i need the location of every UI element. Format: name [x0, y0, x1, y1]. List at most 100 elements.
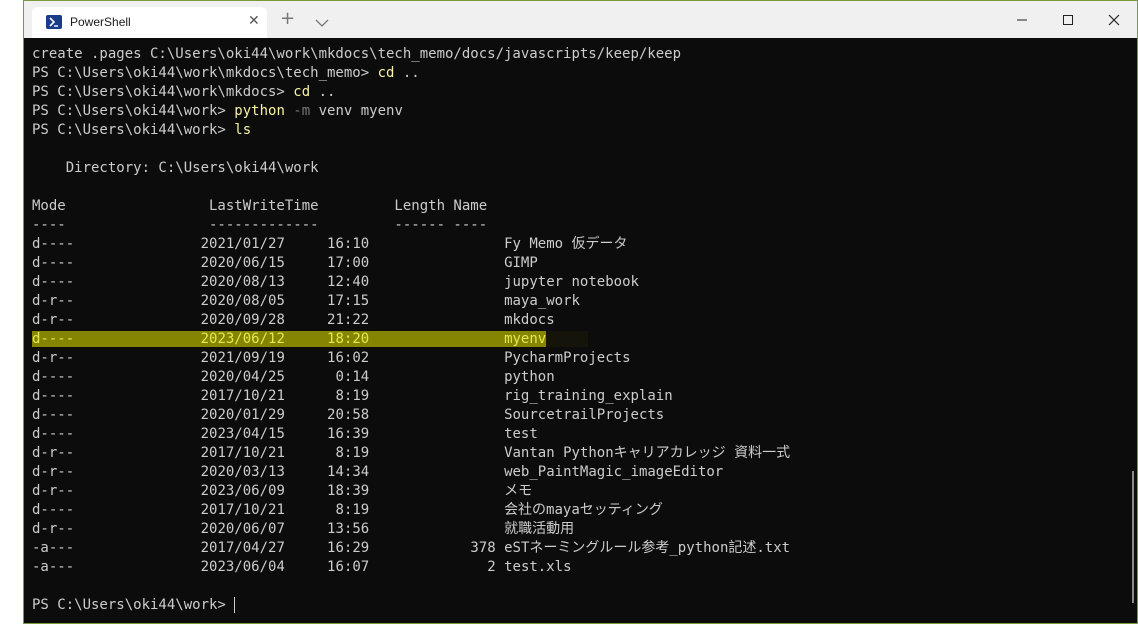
length-cell: 2: [487, 559, 496, 575]
table-row: d---- 2017/10/21 8:19 rig_training_expla…: [32, 387, 1137, 406]
input-line[interactable]: PS C:\Users\oki44\work>: [32, 596, 1137, 615]
mode-cell: -a---: [32, 540, 75, 556]
table-row: -a--- 2023/06/04 16:07 2 test.xls: [32, 558, 1137, 577]
maximize-icon[interactable]: [1045, 1, 1091, 38]
mode-cell: d----: [32, 502, 75, 518]
command: cd: [293, 84, 311, 100]
argument: ..: [310, 84, 336, 100]
date-cell: 2017/04/27: [200, 540, 285, 556]
date-cell: 2020/06/15: [200, 255, 285, 271]
name-cell: メモ: [504, 483, 533, 499]
command: python: [234, 103, 285, 119]
name-cell: PycharmProjects: [504, 350, 631, 366]
mode-cell: -a---: [32, 559, 75, 575]
command: cd: [377, 65, 395, 81]
tab-powershell[interactable]: PowerShell ✕: [32, 7, 267, 38]
time-cell: 18:20: [327, 331, 370, 347]
table-row: d---- 2020/01/29 20:58 SourcetrailProjec…: [32, 406, 1137, 425]
name-cell: maya_work: [504, 293, 580, 309]
table-row: d-r-- 2020/03/13 14:34 web_PaintMagic_im…: [32, 463, 1137, 482]
date-cell: 2020/01/29: [200, 407, 285, 423]
powershell-icon: [46, 15, 62, 29]
date-cell: 2020/09/28: [200, 312, 285, 328]
prompt: PS C:\Users\oki44\work\mkdocs\tech_memo>: [32, 65, 378, 81]
table-row: d---- 2020/08/13 12:40 jupyter notebook: [32, 273, 1137, 292]
table-row: -a--- 2017/04/27 16:29 378 eSTネーミングルール参考…: [32, 539, 1137, 558]
time-cell: 17:15: [327, 293, 370, 309]
table-row: d-r-- 2020/06/07 13:56 就職活動用: [32, 520, 1137, 539]
mode-cell: d-r--: [32, 312, 75, 328]
mode-cell: d----: [32, 426, 75, 442]
argument: ..: [394, 65, 420, 81]
date-cell: 2017/10/21: [200, 502, 285, 518]
table-row: d-r-- 2020/08/05 17:15 maya_work: [32, 292, 1137, 311]
table-row: d---- 2017/10/21 8:19 会社のmayaセッティング: [32, 501, 1137, 520]
date-cell: 2023/06/12: [200, 331, 285, 347]
date-cell: 2020/06/07: [200, 521, 285, 537]
date-cell: 2020/04/25: [200, 369, 285, 385]
mode-cell: d----: [32, 274, 75, 290]
time-cell: 18:39: [327, 483, 370, 499]
argument: venv myenv: [310, 103, 403, 119]
time-cell: 8:19: [335, 388, 370, 404]
tab-close-icon[interactable]: ✕: [248, 13, 260, 29]
table-row: d---- 2020/04/25 0:14 python: [32, 368, 1137, 387]
table-header: Mode LastWriteTime Length Name: [32, 198, 488, 214]
name-cell: python: [504, 369, 555, 385]
time-cell: 14:34: [327, 464, 370, 480]
chevron-down-icon[interactable]: [315, 13, 329, 32]
time-cell: 17:00: [327, 255, 370, 271]
parameter: -m: [284, 103, 311, 119]
date-cell: 2017/10/21: [200, 388, 285, 404]
table-row: d-r-- 2021/09/19 16:02 PycharmProjects: [32, 349, 1137, 368]
table-row: d-r-- 2020/09/28 21:22 mkdocs: [32, 311, 1137, 330]
output-line: create .pages C:\Users\oki44\work\mkdocs…: [32, 46, 682, 62]
prompt: PS C:\Users\oki44\work>: [32, 122, 235, 138]
selection-highlight: d---- 2023/06/12 18:20 myenv: [32, 331, 547, 347]
date-cell: 2021/09/19: [200, 350, 285, 366]
time-cell: 16:29: [327, 540, 370, 556]
mode-cell: d-r--: [32, 350, 75, 366]
time-cell: 13:56: [327, 521, 370, 537]
mode-cell: d----: [32, 407, 75, 423]
name-cell: jupyter notebook: [504, 274, 639, 290]
name-cell: mkdocs: [504, 312, 555, 328]
text-cursor: [234, 597, 236, 613]
command-line: PS C:\Users\oki44\work\mkdocs> cd ..: [32, 83, 1137, 102]
close-icon[interactable]: [1091, 1, 1137, 38]
mode-cell: d-r--: [32, 445, 75, 461]
mode-cell: d----: [32, 369, 75, 385]
selection-tail: [546, 331, 589, 347]
time-cell: 8:19: [335, 502, 370, 518]
minimize-icon[interactable]: [999, 1, 1045, 38]
terminal-output[interactable]: create .pages C:\Users\oki44\work\mkdocs…: [32, 45, 1137, 623]
scrollbar[interactable]: [1132, 471, 1134, 603]
name-cell: Fy Memo 仮データ: [504, 236, 628, 252]
table-row: d---- 2023/06/12 18:20 myenv: [32, 330, 1137, 349]
table-row: d---- 2021/01/27 16:10 Fy Memo 仮データ: [32, 235, 1137, 254]
time-cell: 20:58: [327, 407, 370, 423]
mode-cell: d-r--: [32, 521, 75, 537]
time-cell: 16:07: [327, 559, 370, 575]
table-header-underline: ---- ------------- ------ ----: [32, 217, 488, 233]
mode-cell: d----: [32, 255, 75, 271]
command-line: PS C:\Users\oki44\work\mkdocs\tech_memo>…: [32, 64, 1137, 83]
new-tab-button[interactable]: +: [280, 10, 295, 28]
prompt: PS C:\Users\oki44\work>: [32, 597, 235, 613]
table-row: d-r-- 2017/10/21 8:19 Vantan Pythonキャリアカ…: [32, 444, 1137, 463]
command: ls: [234, 122, 252, 138]
date-cell: 2020/03/13: [200, 464, 285, 480]
time-cell: 8:19: [335, 445, 370, 461]
title-bar: PowerShell ✕ +: [24, 1, 1137, 38]
name-cell: web_PaintMagic_imageEditor: [504, 464, 724, 480]
mode-cell: d-r--: [32, 464, 75, 480]
command-line: PS C:\Users\oki44\work> ls: [32, 121, 1137, 140]
name-cell: 就職活動用: [504, 521, 575, 537]
name-cell: GIMP: [504, 255, 538, 271]
date-cell: 2021/01/27: [200, 236, 285, 252]
name-cell: test.xls: [504, 559, 572, 575]
table-row: d---- 2023/04/15 16:39 test: [32, 425, 1137, 444]
mode-cell: d----: [32, 236, 75, 252]
table-row: d-r-- 2023/06/09 18:39 メモ: [32, 482, 1137, 501]
time-cell: 0:14: [335, 369, 370, 385]
